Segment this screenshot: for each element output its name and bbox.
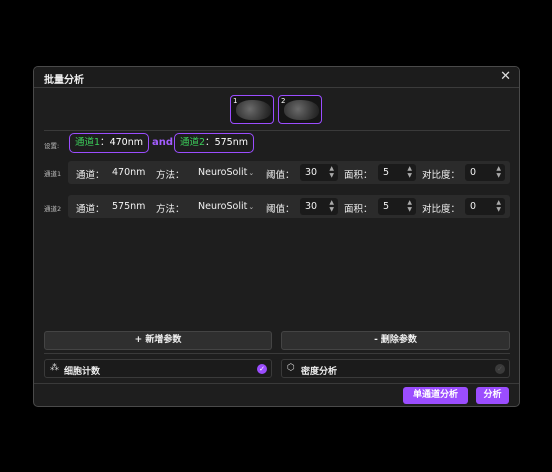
method-select[interactable]: NeuroSolit⌄ xyxy=(198,167,254,178)
spin-arrows-icon[interactable]: ▲ ▼ xyxy=(407,199,412,213)
add-parameter-button[interactable]: + 新增参数 xyxy=(44,331,272,350)
method-value: NeuroSolit xyxy=(198,167,248,178)
brain-slice-image xyxy=(236,100,271,120)
title-bar: 批量分析 ✕ xyxy=(34,67,519,88)
thumbnail-index: 1 xyxy=(233,97,238,105)
analyze-button[interactable]: 分析 xyxy=(476,387,509,404)
spin-arrows-icon[interactable]: ▲ ▼ xyxy=(407,165,412,179)
contrast-spinbox[interactable]: 0 ▲ ▼ xyxy=(465,198,505,215)
method-select[interactable]: NeuroSolit⌄ xyxy=(198,201,254,212)
contrast-value: 0 xyxy=(470,167,477,178)
threshold-spinbox[interactable]: 30 ▲ ▼ xyxy=(300,164,338,181)
area-key: 面积： xyxy=(344,170,373,181)
single-channel-analysis-button[interactable]: 单通道分析 xyxy=(403,387,468,404)
batch-analysis-dialog: 批量分析 ✕ 1 2 设置: 通道1：470nm and 通道2：575nm 通… xyxy=(33,66,520,407)
divider xyxy=(44,130,510,131)
method-key: 方法： xyxy=(156,204,185,215)
settings-channel1-chip[interactable]: 通道1：470nm xyxy=(69,133,149,153)
contrast-spinbox[interactable]: 0 ▲ ▼ xyxy=(465,164,505,181)
threshold-key: 阈值： xyxy=(266,204,295,215)
contrast-key: 对比度： xyxy=(422,170,461,181)
spin-arrows-icon[interactable]: ▲ ▼ xyxy=(329,199,334,213)
area-value: 5 xyxy=(383,167,390,178)
channel-row-label: 通道1 xyxy=(44,170,62,178)
threshold-value: 30 xyxy=(305,167,318,178)
threshold-key: 阈值： xyxy=(266,170,295,181)
channel-value: 575nm xyxy=(214,137,248,148)
chevron-down-icon: ⌄ xyxy=(248,203,255,211)
channel-key: 通道： xyxy=(76,204,105,215)
cell-count-label: 细胞计数 xyxy=(64,367,101,377)
method-value: NeuroSolit xyxy=(198,201,248,212)
density-analysis-label: 密度分析 xyxy=(301,367,338,377)
thumbnail-index: 2 xyxy=(281,97,286,105)
channel-row-label: 通道2 xyxy=(44,205,62,213)
contrast-key: 对比度： xyxy=(422,204,461,215)
spin-arrows-icon[interactable]: ▲ ▼ xyxy=(329,165,334,179)
area-key: 面积： xyxy=(344,204,373,215)
divider xyxy=(34,383,519,384)
channel-value: 470nm xyxy=(112,167,146,178)
threshold-spinbox[interactable]: 30 ▲ ▼ xyxy=(300,198,338,215)
area-spinbox[interactable]: 5 ▲ ▼ xyxy=(378,198,416,215)
channel-name: 通道2 xyxy=(180,137,206,148)
channel-sep: ： xyxy=(205,137,215,148)
check-icon[interactable]: ✓ xyxy=(495,364,505,374)
brain-slice-image xyxy=(284,100,319,120)
threshold-value: 30 xyxy=(305,201,318,212)
thumbnail-1[interactable]: 1 xyxy=(230,95,274,124)
density-analysis-option[interactable]: ⬡ 密度分析 ✓ xyxy=(281,359,510,378)
divider xyxy=(44,353,510,354)
area-spinbox[interactable]: 5 ▲ ▼ xyxy=(378,164,416,181)
cell-count-option[interactable]: ⁂ 细胞计数 ✓ xyxy=(44,359,272,378)
settings-label: 设置: xyxy=(44,142,60,150)
thumbnail-2[interactable]: 2 xyxy=(278,95,322,124)
channel-value: 470nm xyxy=(109,137,143,148)
remove-parameter-button[interactable]: - 删除参数 xyxy=(281,331,510,350)
channel-value: 575nm xyxy=(112,201,146,212)
check-icon[interactable]: ✓ xyxy=(257,364,267,374)
method-key: 方法： xyxy=(156,170,185,181)
channel-key: 通道： xyxy=(76,170,105,181)
channel-sep: ： xyxy=(100,137,110,148)
settings-row: 设置: 通道1：470nm and 通道2：575nm xyxy=(44,133,510,155)
close-icon[interactable]: ✕ xyxy=(500,69,511,85)
dialog-title: 批量分析 xyxy=(44,75,84,86)
channel-name: 通道1 xyxy=(75,137,101,148)
contrast-value: 0 xyxy=(470,201,477,212)
channel-row-2: 通道： 575nm 方法： NeuroSolit⌄ 阈值： 30 ▲ ▼ 面积： 5… xyxy=(68,195,510,218)
chevron-down-icon: ⌄ xyxy=(248,169,255,177)
spin-arrows-icon[interactable]: ▲ ▼ xyxy=(496,199,501,213)
settings-channel2-chip[interactable]: 通道2：575nm xyxy=(174,133,254,153)
and-label: and xyxy=(152,137,174,148)
area-value: 5 xyxy=(383,201,390,212)
hexagon-icon: ⬡ xyxy=(287,363,295,373)
channel-row-1: 通道： 470nm 方法： NeuroSolit⌄ 阈值： 30 ▲ ▼ 面积： 5… xyxy=(68,161,510,184)
cells-icon: ⁂ xyxy=(50,363,59,373)
spin-arrows-icon[interactable]: ▲ ▼ xyxy=(496,165,501,179)
